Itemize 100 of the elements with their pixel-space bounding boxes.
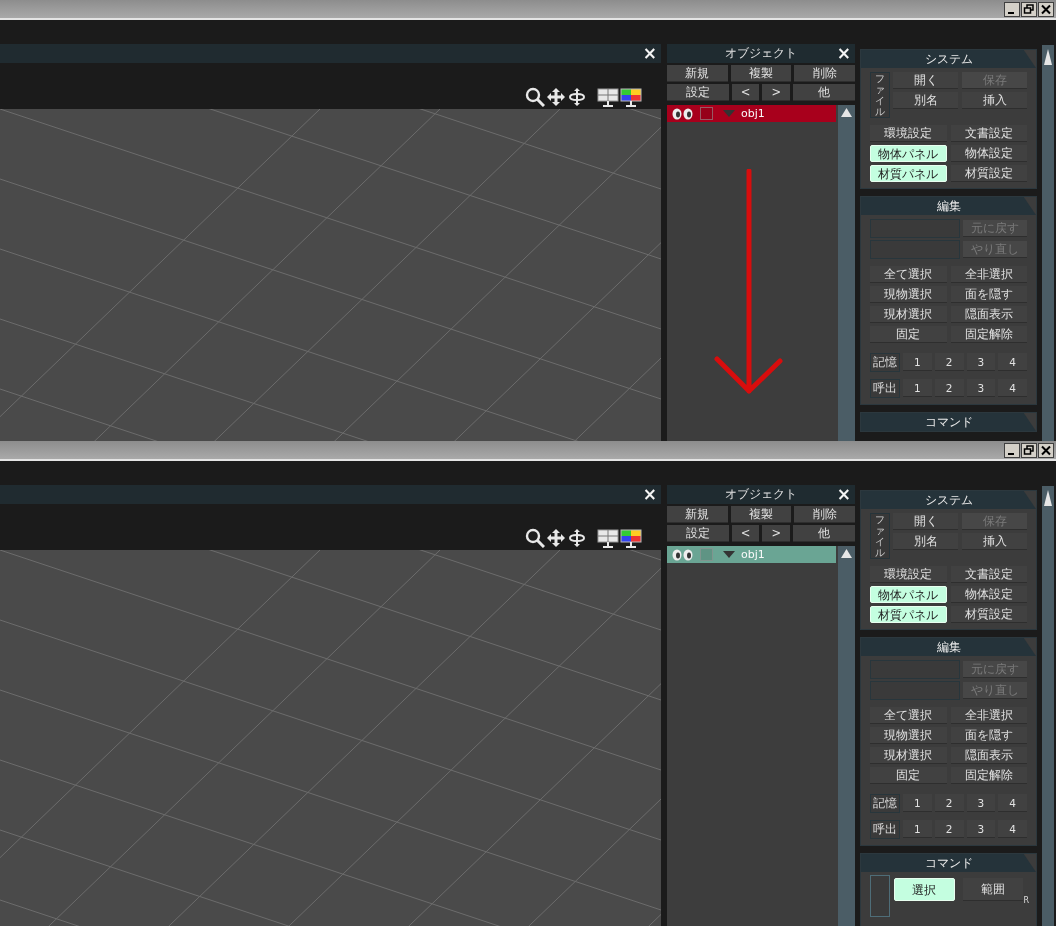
- panel-button[interactable]: 隠面表示: [950, 306, 1027, 323]
- command-button[interactable]: 選択: [894, 878, 955, 901]
- monitor-grid-icon[interactable]: [597, 87, 619, 107]
- scroll-up-icon[interactable]: [841, 549, 852, 558]
- panel-button[interactable]: 削除: [794, 65, 855, 82]
- eyes-icon[interactable]: [672, 548, 694, 561]
- slot-button[interactable]: 3: [966, 794, 996, 812]
- panel-button[interactable]: 現物選択: [870, 286, 947, 303]
- close-button[interactable]: ×: [834, 45, 853, 62]
- panel-button[interactable]: 挿入: [962, 533, 1027, 550]
- slot-button[interactable]: 2: [934, 794, 964, 812]
- slot-button[interactable]: 2: [934, 353, 964, 371]
- lock-checkbox[interactable]: [700, 548, 713, 561]
- panel-button[interactable]: 別名: [893, 92, 958, 109]
- panel-button[interactable]: <: [731, 84, 760, 101]
- toggle-button[interactable]: 材質設定: [950, 165, 1027, 182]
- panel-button[interactable]: 面を隠す: [950, 727, 1027, 744]
- scrollbar[interactable]: [1042, 45, 1054, 441]
- panel-button[interactable]: 他: [793, 84, 855, 101]
- toggle-button[interactable]: 環境設定: [870, 566, 947, 583]
- panel-button[interactable]: 複製: [730, 65, 792, 82]
- close-icon[interactable]: [1038, 1, 1054, 17]
- rotate-icon[interactable]: [567, 87, 587, 107]
- close-icon[interactable]: [1038, 442, 1054, 458]
- panel-button[interactable]: 別名: [893, 533, 958, 550]
- slot-button[interactable]: 4: [998, 794, 1027, 812]
- scroll-up-icon[interactable]: [841, 108, 852, 117]
- slot-button[interactable]: 1: [903, 794, 932, 812]
- toggle-button[interactable]: 材質パネル: [870, 165, 947, 182]
- command-button[interactable]: 範囲: [962, 878, 1023, 901]
- slot-button[interactable]: 4: [998, 379, 1027, 397]
- toggle-button[interactable]: 物体設定: [950, 145, 1027, 162]
- slot-button[interactable]: 1: [903, 379, 932, 397]
- panel-button[interactable]: 固定: [870, 767, 947, 784]
- panel-button[interactable]: 新規: [667, 506, 728, 523]
- panel-button[interactable]: 設定: [667, 84, 729, 101]
- close-button[interactable]: ×: [640, 486, 659, 503]
- minimize-icon[interactable]: [1004, 442, 1020, 458]
- panel-button[interactable]: 設定: [667, 525, 729, 542]
- search-icon[interactable]: [525, 528, 545, 548]
- scroll-up-icon[interactable]: [1044, 49, 1052, 65]
- object-row[interactable]: obj1: [667, 105, 836, 122]
- restore-icon[interactable]: [1021, 1, 1037, 17]
- scrollbar[interactable]: [1042, 486, 1054, 926]
- eyes-icon[interactable]: [672, 107, 694, 120]
- minimize-icon[interactable]: [1004, 1, 1020, 17]
- panel-button[interactable]: 面を隠す: [950, 286, 1027, 303]
- panel-button[interactable]: 隠面表示: [950, 747, 1027, 764]
- panel-button[interactable]: 削除: [794, 506, 855, 523]
- monitor-color-icon[interactable]: [620, 87, 642, 107]
- toggle-button[interactable]: 文書設定: [950, 125, 1027, 142]
- slot-button[interactable]: 3: [966, 379, 996, 397]
- close-button[interactable]: ×: [834, 486, 853, 503]
- scrollbar[interactable]: [838, 546, 855, 926]
- panel-button[interactable]: 固定: [870, 326, 947, 343]
- panel-button[interactable]: 開く: [893, 72, 958, 89]
- panel-button[interactable]: 全非選択: [950, 266, 1027, 283]
- panel-button[interactable]: 固定解除: [950, 767, 1027, 784]
- toggle-button[interactable]: 材質設定: [950, 606, 1027, 623]
- toggle-button[interactable]: 文書設定: [950, 566, 1027, 583]
- monitor-grid-icon[interactable]: [597, 528, 619, 548]
- panel-button[interactable]: >: [762, 84, 791, 101]
- toggle-button[interactable]: 物体パネル: [870, 145, 947, 162]
- search-icon[interactable]: [525, 87, 545, 107]
- panel-button[interactable]: >: [762, 525, 791, 542]
- panel-button[interactable]: 現材選択: [870, 306, 947, 323]
- toggle-button[interactable]: 物体パネル: [870, 586, 947, 603]
- panel-button[interactable]: <: [731, 525, 760, 542]
- panel-button[interactable]: 複製: [730, 506, 792, 523]
- move-icon[interactable]: [546, 87, 566, 107]
- panel-button[interactable]: 全て選択: [870, 266, 947, 283]
- toggle-button[interactable]: 物体設定: [950, 586, 1027, 603]
- scroll-up-icon[interactable]: [1044, 490, 1052, 506]
- slot-button[interactable]: 1: [903, 353, 932, 371]
- slot-button[interactable]: 3: [966, 353, 996, 371]
- move-icon[interactable]: [546, 528, 566, 548]
- panel-button[interactable]: 挿入: [962, 92, 1027, 109]
- slot-button[interactable]: 3: [966, 820, 996, 838]
- panel-button[interactable]: 新規: [667, 65, 728, 82]
- lock-checkbox[interactable]: [700, 107, 713, 120]
- slot-button[interactable]: 1: [903, 820, 932, 838]
- rotate-icon[interactable]: [567, 528, 587, 548]
- toggle-button[interactable]: 材質パネル: [870, 606, 947, 623]
- panel-button[interactable]: 固定解除: [950, 326, 1027, 343]
- restore-icon[interactable]: [1021, 442, 1037, 458]
- slot-button[interactable]: 2: [934, 820, 964, 838]
- slot-button[interactable]: 4: [998, 820, 1027, 838]
- close-button[interactable]: ×: [640, 45, 659, 62]
- scrollbar[interactable]: [838, 105, 855, 441]
- slot-button[interactable]: 4: [998, 353, 1027, 371]
- panel-button[interactable]: 開く: [893, 513, 958, 530]
- panel-button[interactable]: 全て選択: [870, 707, 947, 724]
- panel-button[interactable]: 現物選択: [870, 727, 947, 744]
- panel-button[interactable]: 他: [793, 525, 855, 542]
- toggle-button[interactable]: 環境設定: [870, 125, 947, 142]
- slot-button[interactable]: 2: [934, 379, 964, 397]
- collapse-triangle-icon[interactable]: [723, 550, 735, 559]
- panel-button[interactable]: 全非選択: [950, 707, 1027, 724]
- panel-button[interactable]: 現材選択: [870, 747, 947, 764]
- monitor-color-icon[interactable]: [620, 528, 642, 548]
